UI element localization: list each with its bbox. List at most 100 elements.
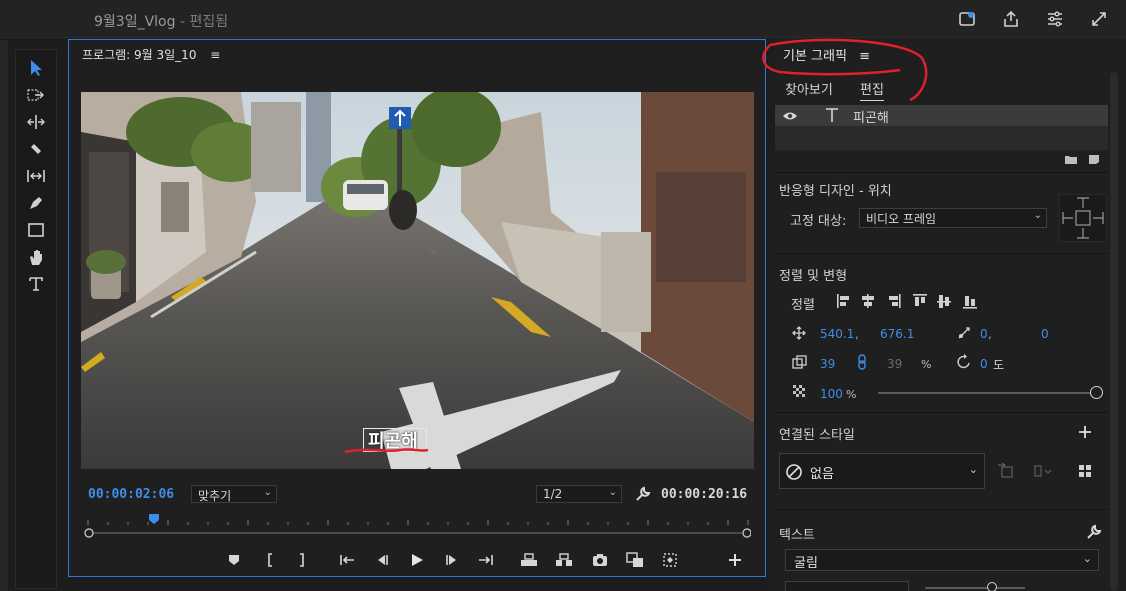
type-tool-icon[interactable] [24,273,48,295]
rotation-icon [957,354,970,369]
linked-style-heading: 연결된 스타일 [779,428,855,443]
font-size-slider-track[interactable] [925,587,1025,589]
text-layer-icon [826,108,838,122]
tab-browse[interactable]: 찾아보기 [785,79,833,98]
add-style-plus-icon[interactable] [1078,425,1092,439]
divider [775,172,1108,173]
panel-scrollbar[interactable] [1110,72,1118,591]
opacity-value[interactable]: 100 [820,387,843,401]
slip-tool-icon[interactable] [24,165,48,187]
wrench-icon[interactable] [1086,524,1102,540]
lift-icon[interactable] [519,550,539,570]
none-icon [786,464,802,480]
position-icon [792,326,806,340]
pin-to-select[interactable]: 비디오 프레임 ⌄ [859,208,1047,228]
scale-value[interactable]: 39 [820,357,835,371]
new-group-folder-icon[interactable] [1064,154,1078,165]
layer-name: 피곤해 [853,111,889,126]
grid-view-icon[interactable] [1078,464,1092,478]
timeline-scrubber[interactable] [83,512,752,542]
rectangle-tool-icon[interactable] [24,219,48,241]
ripple-edit-tool-icon[interactable] [24,111,48,133]
link-icon[interactable] [857,354,867,370]
button-editor-plus-icon[interactable] [725,550,745,570]
extract-icon[interactable] [554,550,574,570]
street-scene-image [81,92,754,469]
position-y-value[interactable]: 676.1 [880,327,914,341]
caption-text[interactable]: 피곤해 [368,427,418,453]
hand-tool-icon[interactable] [24,246,48,268]
wrench-icon[interactable] [635,486,651,502]
panel-menu-icon[interactable]: ≡ [859,49,870,64]
align-buttons-group[interactable] [835,292,980,310]
font-select[interactable]: 굴림 ⌄ [785,549,1099,571]
selection-tool-icon[interactable] [24,57,48,79]
share-icon[interactable] [1001,9,1021,29]
opacity-slider-track[interactable] [878,392,1092,394]
quick-export-icon[interactable] [957,9,977,29]
razor-tool-icon[interactable] [24,138,48,160]
rotation-value[interactable]: 0 [980,357,988,371]
new-layer-icon[interactable] [1088,154,1100,165]
title-bar: 9월3일_Vlog - 편집됨 [0,0,1126,38]
program-monitor-panel: 프로그램: 9월 3일_10 ≡ 피곤해 00:00:02:06 맞추기 ⌄ 1… [68,39,766,577]
anchor-y-value[interactable]: 0 [1041,327,1049,341]
anchor-x-value[interactable]: 0 [980,327,988,341]
window-title: 9월3일_Vlog - 편집됨 [94,14,229,30]
divider [775,509,1108,510]
push-to-style-icon [998,463,1013,478]
chevron-down-icon: ⌄ [968,463,978,476]
font-size-slider-handle[interactable] [987,582,997,591]
current-timecode[interactable]: 00:00:02:06 [88,487,174,502]
toggle-proxies-icon[interactable] [660,550,680,570]
resolution-select[interactable]: 1/2 ⌄ [536,485,622,503]
pin-edges-widget[interactable] [1059,194,1107,242]
track-select-tool-icon[interactable] [24,84,48,106]
left-panel-edge [0,40,8,591]
comparison-view-icon[interactable] [625,550,645,570]
eye-icon[interactable] [782,110,798,122]
mark-in-icon[interactable] [260,550,280,570]
video-frame[interactable]: 피곤해 [81,92,754,469]
rotation-unit: 도 [993,358,1005,372]
opacity-icon [793,385,805,397]
layer-list-empty-area [775,126,1108,150]
chevron-down-icon: ⌄ [1033,210,1042,221]
workspace-icon[interactable] [1045,9,1065,29]
font-style-select[interactable] [785,581,909,591]
pin-to-label: 고정 대상: [790,214,847,229]
divider [775,253,1108,254]
essential-graphics-title: 기본 그래픽 ≡ [783,49,870,64]
chevron-down-icon: ⌄ [608,487,617,498]
text-heading: 텍스트 [779,528,815,543]
opacity-slider-handle[interactable] [1090,386,1103,399]
step-back-icon[interactable] [372,550,392,570]
go-to-out-icon[interactable] [476,550,496,570]
zoom-select[interactable]: 맞추기 ⌄ [191,485,277,503]
responsive-design-heading: 반응형 디자인 - 위치 [779,184,892,199]
play-icon[interactable] [407,550,427,570]
essential-graphics-panel: 기본 그래픽 ≡ 찾아보기 편집 피곤해 반응형 디자인 - 위치 고정 대상:… [775,39,1126,591]
go-to-in-icon[interactable] [337,550,357,570]
chevron-down-icon: ⌄ [1082,552,1092,565]
scale-width-value: 39 [887,357,903,371]
sync-style-icon [1034,465,1052,477]
opacity-unit: % [846,388,857,401]
add-marker-icon[interactable] [224,550,244,570]
chevron-down-icon: ⌄ [263,487,272,498]
fullscreen-icon[interactable] [1089,9,1109,29]
anchor-point-icon [958,327,970,339]
program-monitor-header: 프로그램: 9월 3일_10 ≡ [82,48,221,62]
step-forward-icon[interactable] [442,550,462,570]
position-x-value[interactable]: 540.1 [820,327,854,341]
tools-panel [15,49,57,589]
mark-out-icon[interactable] [292,550,312,570]
duration-timecode: 00:00:20:16 [661,487,748,502]
panel-menu-icon[interactable]: ≡ [210,48,220,62]
export-frame-icon[interactable] [590,550,610,570]
linked-style-select[interactable]: 없음 ⌄ [779,453,985,489]
tab-edit[interactable]: 편집 [860,79,884,101]
pen-tool-icon[interactable] [24,192,48,214]
layer-row[interactable]: 피곤해 [775,105,1108,126]
align-transform-heading: 정렬 및 변형 [779,269,848,284]
